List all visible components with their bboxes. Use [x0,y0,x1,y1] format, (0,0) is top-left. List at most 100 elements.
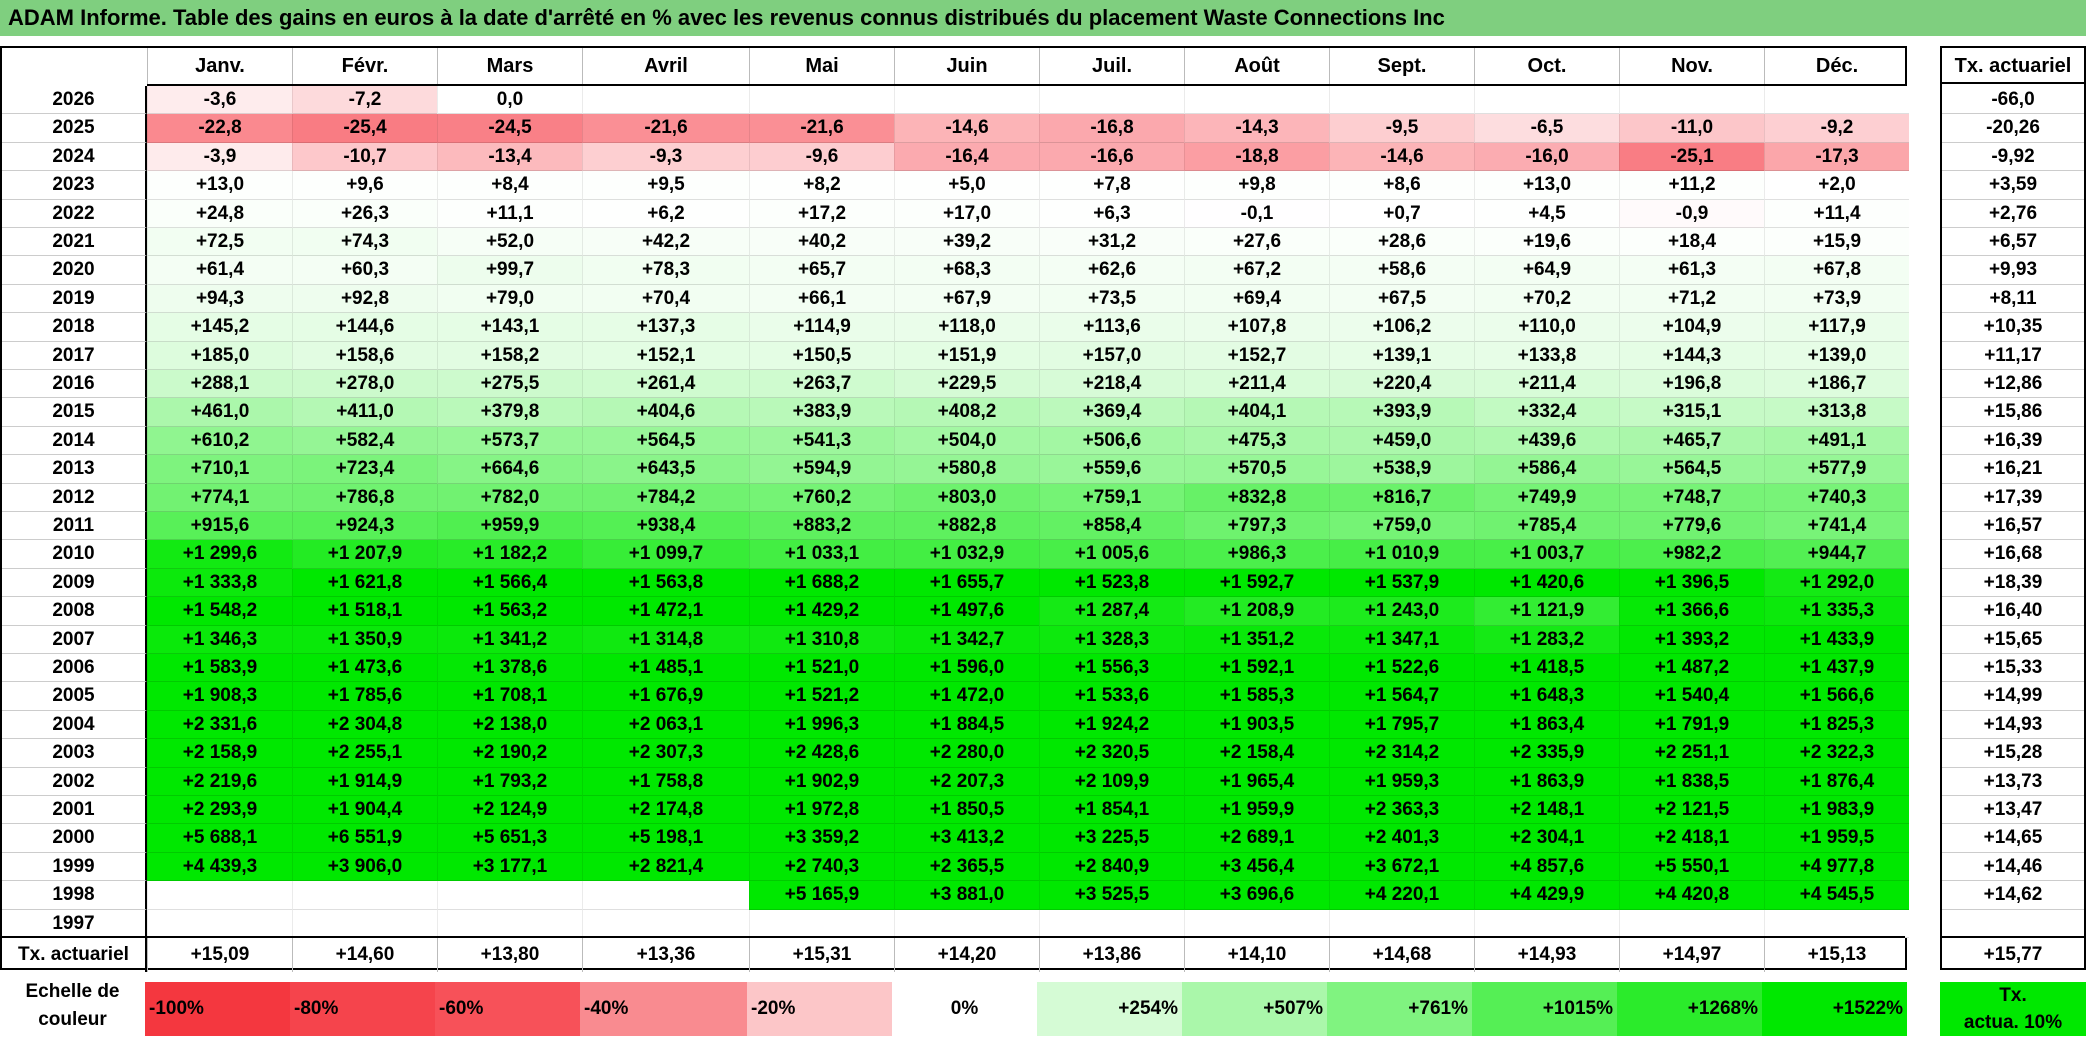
gain-cell: +2 207,3 [894,767,1039,796]
gain-cell: +1 522,6 [1329,654,1474,683]
gain-cell: +1 005,6 [1039,540,1184,569]
gain-cell: +186,7 [1764,370,1909,399]
table-row: 2014 +610,2 +582,4 +573,7 +564,5 +541,3 +504,0… [2,426,1909,456]
tx-actuariel-cell: -9,92 [1942,143,2084,172]
gain-cell: +3 881,0 [894,881,1039,910]
year-label: 2022 [2,199,147,228]
footer-cell: +13,86 [1039,938,1184,972]
color-scale-label-line2: couleur [38,1009,107,1030]
table-row: 2005 +1 908,3 +1 785,6 +1 708,1 +1 676,9 +1 5… [2,682,1909,711]
gain-cell: +1 335,3 [1764,597,1909,626]
tx-actuariel-header: Tx. actuariel [1942,48,2084,84]
gain-cell: +2 158,4 [1184,739,1329,768]
gain-cell: +1 583,9 [147,654,292,683]
gain-cell: +39,2 [894,228,1039,257]
gain-cell: +369,4 [1039,398,1184,427]
gain-cell: +144,6 [292,313,437,342]
gain-cell: +832,8 [1184,483,1329,512]
gain-cell: +782,0 [437,483,582,512]
gain-cell: +2 418,1 [1619,824,1764,853]
gain-cell: +740,3 [1764,483,1909,512]
gain-cell: +1 563,2 [437,597,582,626]
gain-cell: +408,2 [894,398,1039,427]
gain-cell: +2 821,4 [582,852,749,882]
footer-label: Tx. actuariel [2,938,147,972]
tx-actuariel-cell: +15,28 [1942,739,2084,768]
tx-actuariel-cell: -20,26 [1942,114,2084,143]
footer-cell: +14,97 [1619,938,1764,972]
year-label: 1998 [2,881,147,910]
year-label: 2018 [2,313,147,342]
tx-actuariel-cell: +15,65 [1942,626,2084,654]
gain-cell: +19,6 [1474,228,1619,257]
tx-actuariel-cell: -66,0 [1942,86,2084,115]
gain-cell: +1 341,2 [437,625,582,654]
color-scale-swatch: +1015% [1472,982,1617,1036]
gain-cell: +263,7 [749,370,894,399]
gain-cell: +2 063,1 [582,710,749,740]
gain-cell: +1 688,2 [749,568,894,598]
month-header: Déc. [1764,48,1909,84]
gain-cell: +158,2 [437,341,582,370]
gain-cell: +3 413,2 [894,824,1039,853]
footer-cell: +13,36 [582,938,749,972]
gain-cell: +139,1 [1329,341,1474,370]
gain-cell: -3,6 [147,86,292,115]
gain-cell: +1 437,9 [1764,654,1909,683]
gain-cell: +1 785,6 [292,682,437,711]
gain-cell: +1 795,7 [1329,710,1474,740]
gain-cell: +0,7 [1329,199,1474,228]
gain-cell: +1 648,3 [1474,682,1619,711]
gain-cell: +1 676,9 [582,682,749,711]
gain-cell: +1 342,7 [894,625,1039,654]
gain-cell [894,86,1039,115]
gain-cell: +759,1 [1039,483,1184,512]
gain-cell [292,909,437,938]
gain-cell: +99,7 [437,256,582,285]
gain-cell: +107,8 [1184,313,1329,342]
gain-cell: +5 165,9 [749,881,894,910]
gain-cell: +404,6 [582,398,749,427]
gain-cell: +113,6 [1039,313,1184,342]
gain-cell: +803,0 [894,483,1039,512]
gain-cell [147,881,292,910]
month-header: Oct. [1474,48,1619,84]
gain-cell: +78,3 [582,256,749,285]
gain-cell: +4 420,8 [1619,881,1764,910]
gain-cell: +1 876,4 [1764,767,1909,796]
year-label: 2012 [2,483,147,512]
gain-cell: +104,9 [1619,313,1764,342]
table-row: 2019 +94,3 +92,8 +79,0 +70,4 +66,1 +67,9 +73,5 +… [2,284,1909,314]
gain-cell: +1 472,1 [582,597,749,626]
tx-actuariel-cell: +11,17 [1942,342,2084,370]
color-scale-swatch: -20% [747,982,892,1036]
year-label: 2025 [2,114,147,143]
gain-cell: +577,9 [1764,455,1909,484]
gain-cell: +1 566,4 [437,568,582,598]
gain-cell: +27,6 [1184,228,1329,257]
gain-cell: +68,3 [894,256,1039,285]
gain-cell: -9,2 [1764,114,1909,143]
gain-cell: +1 983,9 [1764,796,1909,825]
tx-actuariel-cell: +6,57 [1942,228,2084,257]
gain-cell: 0,0 [437,86,582,115]
tx-actuariel-cell: +13,47 [1942,796,2084,825]
color-scale-swatch: -100% [145,982,290,1036]
tx-actuariel-cell: +14,65 [1942,824,2084,853]
gain-cell: +1 418,5 [1474,654,1619,683]
gain-cell: +8,4 [437,171,582,200]
gain-cell: -16,8 [1039,114,1184,143]
gain-cell: +784,2 [582,483,749,512]
gain-cell: +1 655,7 [894,568,1039,598]
gain-cell: +797,3 [1184,512,1329,541]
gain-cell: +1 497,6 [894,597,1039,626]
table-row: 1997 [2,909,1909,938]
gain-cell: +150,5 [749,341,894,370]
gain-cell: +816,7 [1329,483,1474,512]
gain-cell: +58,6 [1329,256,1474,285]
gain-cell: +332,4 [1474,398,1619,427]
gain-cell: +65,7 [749,256,894,285]
gain-cell: +9,8 [1184,171,1329,200]
gain-cell: +13,0 [147,171,292,200]
gain-cell: +1 283,2 [1474,625,1619,654]
